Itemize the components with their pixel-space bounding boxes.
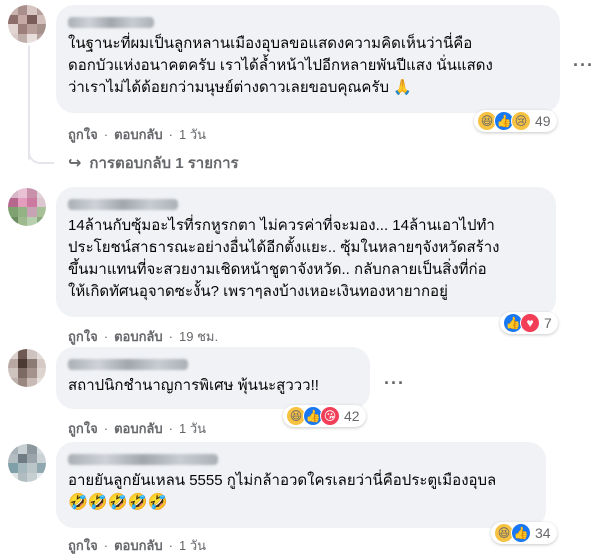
like-button[interactable]: ถูกใจ [68, 535, 98, 556]
like-button[interactable]: ถูกใจ [68, 124, 98, 145]
avatar[interactable] [8, 444, 46, 482]
reaction-count: 7 [544, 315, 552, 331]
comment-bubble: อายยันลูกยันเหลน 5555 กูไม่กล้าอวดใครเลย… [56, 442, 546, 528]
comment-text: ในฐานะที่ผมเป็นลูกหลานเมืองอุบลขอแสดงควา… [68, 35, 493, 96]
reaction-count: 42 [344, 408, 360, 424]
reply-button[interactable]: ตอบกลับ [114, 535, 163, 556]
reply-arrow-icon: ↪ [68, 155, 82, 172]
reaction-summary[interactable]: 😆 👍 34 [491, 522, 557, 544]
comment-bubble: สถาปนิกชำนาญการพิเศษ พุ้นนะสูววว!! [56, 347, 370, 409]
avatar[interactable] [8, 349, 46, 387]
thread-connector-curve [28, 138, 54, 164]
like-icon: 👍 [511, 523, 531, 543]
reply-button[interactable]: ตอบกลับ [114, 326, 163, 347]
comment-actions: ถูกใจ · ตอบกลับ · 1 วัน [68, 418, 206, 439]
replies-label: การตอบกลับ 1 รายการ [89, 155, 239, 172]
comment-author[interactable] [68, 452, 534, 465]
comment-timestamp[interactable]: 19 ชม. [179, 326, 218, 347]
reaction-summary[interactable]: 👍 ♥ 7 [500, 312, 558, 334]
avatar[interactable] [8, 5, 46, 43]
love-icon: 😘 [320, 406, 340, 426]
comment-author[interactable] [68, 15, 548, 28]
comment-actions: ถูกใจ · ตอบกลับ · 19 ชม. [68, 326, 218, 347]
comment-author[interactable] [68, 357, 358, 370]
comment-author[interactable] [68, 197, 544, 210]
comment-text: สถาปนิกชำนาญการพิเศษ พุ้นนะสูววว!! [68, 377, 319, 394]
comment-bubble: ในฐานะที่ผมเป็นลูกหลานเมืองอุบลขอแสดงควา… [56, 5, 560, 113]
reply-button[interactable]: ตอบกลับ [114, 124, 163, 145]
more-options-icon[interactable]: ··· [384, 373, 404, 393]
like-button[interactable]: ถูกใจ [68, 418, 98, 439]
comment-bubble: 14ล้านกับซุ้มอะไรที่รกหูรกตา ไม่ควรค่าที… [56, 187, 556, 317]
reply-button[interactable]: ตอบกลับ [114, 418, 163, 439]
comment-text: 14ล้านกับซุ้มอะไรที่รกหูรกตา ไม่ควรค่าที… [68, 217, 500, 300]
love-icon: ♥ [520, 313, 540, 333]
like-button[interactable]: ถูกใจ [68, 326, 98, 347]
comment-emoji-line: 🤣🤣🤣🤣🤣 [68, 494, 168, 511]
comment-timestamp[interactable]: 1 วัน [179, 124, 206, 145]
comment-text: อายยันลูกยันเหลน 5555 กูไม่กล้าอวดใครเลย… [68, 472, 497, 489]
view-replies-link[interactable]: ↪ การตอบกลับ 1 รายการ [68, 151, 239, 175]
avatar[interactable] [8, 188, 46, 226]
reaction-count: 34 [535, 525, 551, 541]
comment-timestamp[interactable]: 1 วัน [179, 418, 206, 439]
comment-timestamp[interactable]: 1 วัน [179, 535, 206, 556]
more-options-icon[interactable]: ··· [573, 55, 593, 75]
reaction-summary[interactable]: 😆 👍 😘 42 [283, 405, 366, 427]
sad-icon: 😢 [511, 111, 531, 131]
comment-actions: ถูกใจ · ตอบกลับ · 1 วัน [68, 535, 206, 556]
comment-actions: ถูกใจ · ตอบกลับ · 1 วัน [68, 124, 206, 145]
reaction-summary[interactable]: 😆 👍 😢 49 [474, 110, 557, 132]
reaction-count: 49 [535, 113, 551, 129]
